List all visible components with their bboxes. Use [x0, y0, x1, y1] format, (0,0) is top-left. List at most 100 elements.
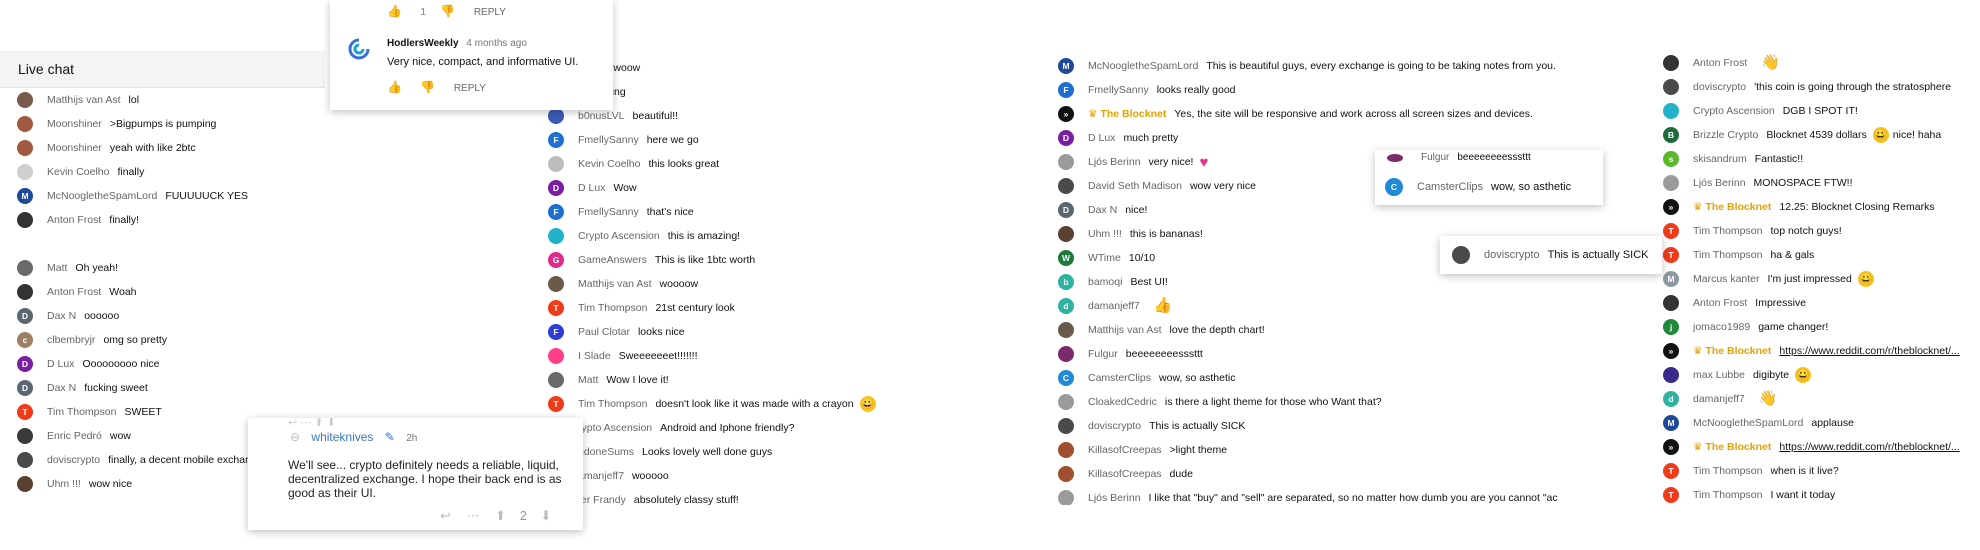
message-author[interactable]: Crypto Ascension	[578, 230, 660, 242]
message-author[interactable]: CamsterClips	[1088, 372, 1151, 384]
message-author[interactable]: Tim Thompson	[1693, 489, 1762, 501]
message-author[interactable]: Moonshiner	[47, 118, 102, 130]
avatar[interactable]: F	[548, 204, 564, 220]
message-author[interactable]: FmellySanny	[578, 134, 639, 146]
message-author[interactable]: D Lux	[47, 358, 74, 370]
message-author[interactable]: Uhm !!!	[47, 478, 81, 490]
avatar[interactable]: T	[1663, 487, 1679, 503]
message-author[interactable]: Ljós Berinn	[1693, 177, 1746, 189]
message-author[interactable]: Ljós Berinn	[1088, 492, 1141, 504]
message-author[interactable]: skisandrum	[1693, 153, 1747, 165]
message-author[interactable]: jomaco1989	[1693, 321, 1750, 333]
avatar[interactable]: F	[548, 132, 564, 148]
message-author[interactable]: b0nusLVL	[578, 110, 625, 122]
message-author[interactable]: Kevin Coelho	[578, 158, 640, 170]
avatar[interactable]	[1058, 490, 1074, 505]
message-author[interactable]: Anton Frost	[47, 286, 101, 298]
avatar[interactable]	[548, 372, 564, 388]
message-author[interactable]: WTime	[1088, 252, 1121, 264]
message-author[interactable]: Fulgur	[1088, 348, 1118, 360]
avatar[interactable]	[17, 140, 33, 156]
avatar[interactable]: »	[1663, 439, 1679, 455]
message-author[interactable]: McNoogletheSpamLord	[1693, 417, 1803, 429]
avatar[interactable]	[1058, 226, 1074, 242]
avatar[interactable]	[1058, 322, 1074, 338]
message-link[interactable]: https://www.reddit.com/r/theblocknet/...	[1779, 441, 1959, 453]
avatar[interactable]: D	[548, 180, 564, 196]
avatar[interactable]: B	[1663, 127, 1679, 143]
message-author[interactable]: Paul Clotar	[578, 326, 630, 338]
message-author[interactable]: Matthijs van Ast	[1088, 324, 1162, 336]
avatar[interactable]	[1663, 79, 1679, 95]
message-author[interactable]: Matt	[47, 262, 67, 274]
message-author[interactable]: damanjeff7	[1088, 300, 1140, 312]
thumbs-down-icon[interactable]: 👎	[440, 4, 455, 18]
avatar[interactable]: b	[1058, 274, 1074, 290]
message-author[interactable]: The Blocknet	[1100, 108, 1166, 120]
avatar[interactable]: T	[548, 300, 564, 316]
message-author[interactable]: D Lux	[1088, 132, 1115, 144]
avatar[interactable]: s	[1663, 151, 1679, 167]
message-author[interactable]: KillasofCreepas	[1088, 468, 1162, 480]
avatar[interactable]	[1058, 178, 1074, 194]
message-author[interactable]: bamoqi	[1088, 276, 1122, 288]
avatar[interactable]	[17, 476, 33, 492]
avatar[interactable]: F	[1058, 82, 1074, 98]
avatar[interactable]	[1663, 367, 1679, 383]
message-author[interactable]: max Lubbe	[1693, 369, 1745, 381]
avatar[interactable]	[17, 260, 33, 276]
avatar[interactable]: D	[17, 356, 33, 372]
avatar[interactable]	[17, 428, 33, 444]
message-author[interactable]: Tim Thompson	[578, 302, 647, 314]
message-author[interactable]: Matthijs van Ast	[578, 278, 652, 290]
message-author[interactable]: Dax N	[47, 310, 76, 322]
message-author[interactable]: McNoogletheSpamLord	[47, 190, 157, 202]
message-author[interactable]: ndoneSums	[578, 446, 634, 458]
avatar[interactable]: d	[1058, 298, 1074, 314]
message-author[interactable]: McNoogletheSpamLord	[1088, 60, 1198, 72]
avatar[interactable]	[1058, 442, 1074, 458]
message-author[interactable]: GameAnswers	[578, 254, 647, 266]
message-author[interactable]: doviscrypto	[1693, 81, 1746, 93]
avatar[interactable]: T	[17, 404, 33, 420]
avatar[interactable]	[17, 116, 33, 132]
comment-author[interactable]: whiteknives	[311, 430, 373, 444]
message-author[interactable]: David Seth Madison	[1088, 180, 1182, 192]
avatar[interactable]	[17, 452, 33, 468]
message-author[interactable]: Enric Pedró	[47, 430, 102, 442]
message-author[interactable]: Tim Thompson	[1693, 249, 1762, 261]
avatar[interactable]: D	[1058, 130, 1074, 146]
avatar[interactable]: D	[1058, 202, 1074, 218]
message-author[interactable]: amanjeff7	[578, 470, 624, 482]
avatar[interactable]: »	[1058, 106, 1074, 122]
message-author[interactable]: KillasofCreepas	[1088, 444, 1162, 456]
message-author[interactable]: Anton Frost	[1693, 57, 1747, 69]
message-author[interactable]: The Blocknet	[1705, 201, 1771, 213]
avatar[interactable]: c	[17, 332, 33, 348]
message-author[interactable]: D Lux	[578, 182, 605, 194]
message-author[interactable]: rypto Ascension	[578, 422, 652, 434]
message-author[interactable]: clbembryjr	[47, 334, 95, 346]
avatar[interactable]	[548, 108, 564, 124]
message-author[interactable]: ter Frandy	[578, 494, 626, 505]
avatar[interactable]: T	[1663, 223, 1679, 239]
avatar[interactable]: F	[548, 324, 564, 340]
avatar[interactable]: D	[17, 380, 33, 396]
message-author[interactable]: Tim Thompson	[1693, 465, 1762, 477]
message-author[interactable]: FmellySanny	[578, 206, 639, 218]
message-author[interactable]: Crypto Ascension	[1693, 105, 1775, 117]
avatar[interactable]	[1058, 418, 1074, 434]
avatar[interactable]	[1663, 55, 1679, 71]
message-author[interactable]: Dax N	[1088, 204, 1117, 216]
avatar[interactable]	[1663, 295, 1679, 311]
message-author[interactable]: damanjeff7	[1693, 393, 1745, 405]
message-author[interactable]: doviscrypto	[1088, 420, 1141, 432]
message-author[interactable]: Matt	[578, 374, 598, 386]
avatar[interactable]	[1663, 103, 1679, 119]
thumbs-up-icon[interactable]: 👍	[387, 80, 402, 94]
avatar[interactable]	[1058, 154, 1074, 170]
message-author[interactable]: Tim Thompson	[1693, 225, 1762, 237]
avatar[interactable]: M	[1663, 415, 1679, 431]
avatar[interactable]: M	[1058, 58, 1074, 74]
message-author[interactable]: Tim Thompson	[578, 398, 647, 410]
